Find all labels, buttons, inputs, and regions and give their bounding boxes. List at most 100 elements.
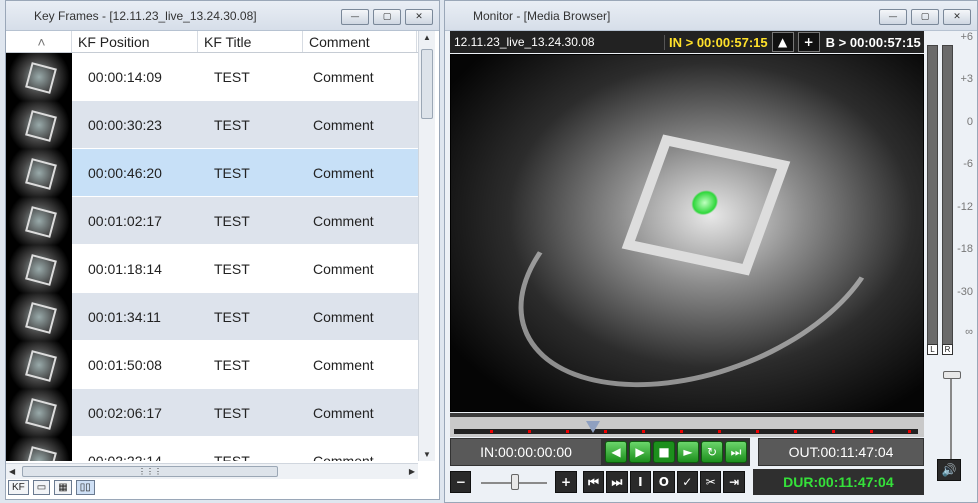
zoom-slider[interactable] (477, 471, 551, 493)
table-row[interactable]: 00:02:22:14 TEST Comment (6, 436, 418, 461)
cell-position: 00:00:46:20 (88, 164, 162, 181)
keyframes-titlebar[interactable]: Key Frames - [12.11.23_live_13.24.30.08]… (6, 1, 439, 31)
timeline-marker (528, 430, 531, 433)
stop-icon[interactable]: ■ (653, 441, 675, 463)
cell-comment: Comment (313, 260, 374, 277)
playhead-icon[interactable] (586, 421, 601, 433)
view-kf-button[interactable]: KF (8, 480, 29, 495)
zoom-slider-knob[interactable] (511, 474, 520, 490)
timeline-track[interactable] (454, 429, 918, 434)
keyframe-thumbnail[interactable] (6, 292, 72, 341)
monitor-window: Monitor - [Media Browser] — ▢ ✕ 12.11.23… (444, 0, 978, 503)
step-forward-icon[interactable]: ▶ (629, 441, 651, 463)
scroll-right-icon[interactable]: ▶ (409, 467, 415, 476)
vertical-scroll-thumb[interactable] (421, 49, 433, 119)
timeline-marker (566, 430, 569, 433)
view-single-button[interactable]: ▭ (32, 480, 51, 495)
monitor-titlebar[interactable]: Monitor - [Media Browser] — ▢ ✕ (445, 1, 977, 31)
keyframes-window: Key Frames - [12.11.23_live_13.24.30.08]… (5, 0, 440, 500)
go-to-end-icon[interactable]: ⏭ (606, 471, 628, 493)
column-header-comment[interactable]: Comment (303, 31, 417, 52)
close-button[interactable]: ✕ (405, 9, 433, 25)
go-to-start-icon[interactable]: ⏮ (582, 471, 605, 493)
table-row[interactable]: 00:00:14:09 TEST Comment (6, 53, 418, 101)
add-keyframe-icon[interactable]: + (797, 32, 820, 52)
keyframes-table-header: ˄ KF Position KF Title Comment (6, 31, 418, 53)
table-row[interactable]: 00:01:50:08 TEST Comment (6, 340, 418, 389)
left-channel-label: L (927, 344, 938, 355)
cell-title: TEST (214, 164, 250, 181)
export-icon[interactable]: ⇥ (723, 471, 745, 493)
meter-left-channel (927, 45, 938, 345)
column-header-title[interactable]: KF Title (198, 31, 303, 52)
table-row[interactable]: 00:01:02:17 TEST Comment (6, 196, 418, 245)
play-icon[interactable]: ► (677, 441, 699, 463)
horizontal-scrollbar[interactable]: ◀ ⋮⋮⋮ ▶ (6, 463, 418, 479)
mark-in-icon[interactable]: I (629, 471, 652, 493)
volume-slider[interactable] (943, 371, 961, 461)
meter-scale-label: +3 (960, 73, 973, 85)
scroll-up-icon[interactable]: ▲ (423, 33, 431, 42)
cell-position: 00:01:02:17 (88, 212, 162, 229)
duration-display: DUR:00:11:47:04 (752, 469, 924, 495)
mark-out-icon[interactable]: O (653, 471, 675, 493)
cell-position: 00:00:14:09 (88, 68, 162, 85)
clip-name: 12.11.23_live_13.24.30.08 (454, 35, 595, 49)
cell-comment: Comment (313, 356, 374, 373)
minimize-button[interactable]: — (879, 9, 907, 25)
timeline-marker (490, 430, 493, 433)
play-to-end-icon[interactable]: ⏭ (725, 441, 747, 463)
view-filmstrip-button[interactable]: ▯▯ (75, 480, 95, 495)
zoom-in-icon[interactable]: + (555, 471, 577, 493)
close-button[interactable]: ✕ (943, 9, 971, 25)
vertical-scrollbar[interactable]: ▲ ▼ (418, 31, 435, 461)
timeline-marker (718, 430, 721, 433)
timeline-marker (756, 430, 759, 433)
table-row[interactable]: 00:00:30:23 TEST Comment (6, 100, 418, 149)
maximize-button[interactable]: ▢ (911, 9, 939, 25)
table-row[interactable]: 00:00:46:20 TEST Comment (6, 148, 418, 197)
cell-comment: Comment (313, 404, 374, 421)
cell-position: 00:01:50:08 (88, 356, 162, 373)
zoom-out-icon[interactable]: − (450, 471, 472, 493)
meter-scale-label: -12 (957, 201, 973, 213)
transport-controls: ◀ ▶ ■ ► ↻ ⏭ (602, 438, 750, 466)
monitor-title: Monitor - [Media Browser] (473, 8, 611, 23)
volume-slider-knob[interactable] (943, 371, 961, 379)
keyframe-thumbnail[interactable] (6, 148, 72, 197)
keyframe-thumbnail[interactable] (6, 100, 72, 149)
cell-title: TEST (214, 116, 250, 133)
column-header-position[interactable]: KF Position (72, 31, 198, 52)
confirm-icon[interactable]: ✓ (676, 471, 698, 493)
scroll-left-icon[interactable]: ◀ (9, 467, 15, 476)
horizontal-scroll-thumb[interactable]: ⋮⋮⋮ (22, 466, 278, 477)
sort-indicator-icon[interactable]: ˄ (6, 31, 72, 52)
table-row[interactable]: 00:02:06:17 TEST Comment (6, 388, 418, 437)
cell-title: TEST (214, 68, 250, 85)
table-row[interactable]: 00:01:18:14 TEST Comment (6, 244, 418, 293)
keyframe-thumbnail[interactable] (6, 53, 72, 101)
cell-title: TEST (214, 212, 250, 229)
step-back-icon[interactable]: ◀ (605, 441, 627, 463)
minimize-button[interactable]: — (341, 9, 369, 25)
video-preview[interactable] (450, 54, 924, 412)
timeline-scrubber[interactable] (450, 413, 924, 437)
loop-icon[interactable]: ↻ (701, 441, 723, 463)
view-grid-button[interactable]: ▦ (54, 480, 72, 495)
cut-icon[interactable]: ✂ (699, 471, 722, 493)
keyframe-thumbnail[interactable] (6, 340, 72, 389)
scroll-down-icon[interactable]: ▼ (423, 450, 431, 459)
keyframe-thumbnail[interactable] (6, 244, 72, 293)
timeline-marker (642, 430, 645, 433)
snapshot-icon[interactable]: ▲ (771, 32, 794, 52)
edit-toolbar: − + ⏮ ⏭ I O ✓ ✂ ⇥ DUR:00:11:47:04 (450, 469, 924, 495)
table-row[interactable]: 00:01:34:11 TEST Comment (6, 292, 418, 341)
in-point-label: IN > 00:00:57:15 (664, 34, 768, 50)
keyframe-thumbnail[interactable] (6, 196, 72, 245)
speaker-icon[interactable]: 🔊 (937, 459, 961, 481)
in-timecode: IN:00:00:00:00 (450, 438, 602, 466)
cell-comment: Comment (313, 68, 374, 85)
keyframe-thumbnail[interactable] (6, 436, 72, 461)
maximize-button[interactable]: ▢ (373, 9, 401, 25)
keyframe-thumbnail[interactable] (6, 388, 72, 437)
